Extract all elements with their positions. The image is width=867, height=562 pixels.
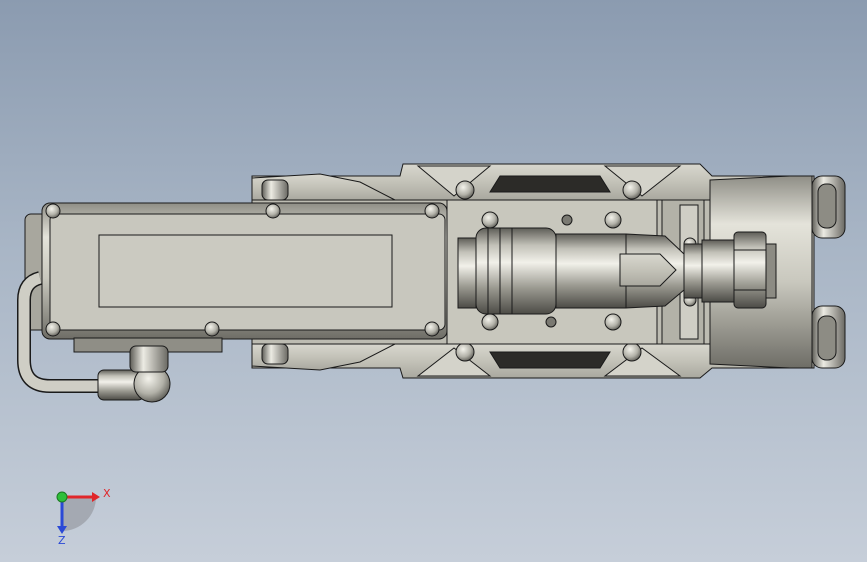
- solenoid-cylinder: [457, 227, 777, 315]
- connector-box: [24, 202, 448, 353]
- cad-3d-viewport[interactable]: X Z: [0, 0, 867, 562]
- valve-assembly-model[interactable]: [17, 163, 846, 403]
- x-axis-label: X: [103, 487, 111, 500]
- coordinate-triad: X Z: [56, 487, 111, 547]
- z-axis-label: Z: [58, 534, 66, 547]
- y-axis-dot: [56, 491, 68, 503]
